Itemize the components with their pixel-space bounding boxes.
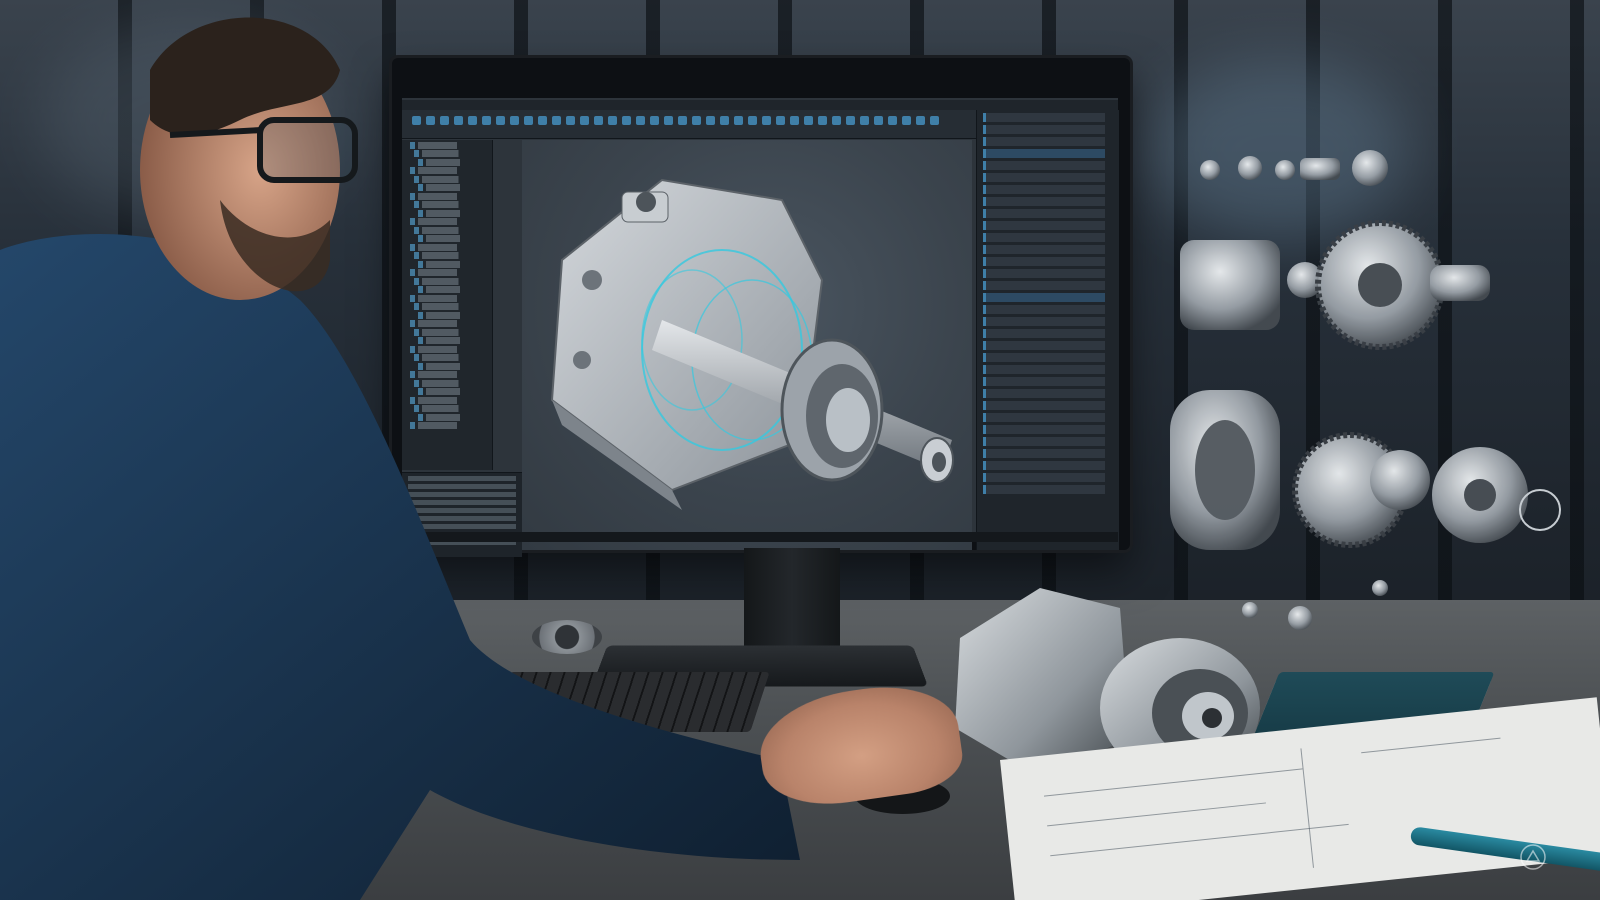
cad-toolbar-icon bbox=[832, 116, 841, 125]
cad-toolbar-icon bbox=[846, 116, 855, 125]
properties-row bbox=[983, 257, 1105, 266]
properties-row bbox=[983, 389, 1105, 398]
properties-row bbox=[983, 461, 1105, 470]
cad-toolbar-icon bbox=[902, 116, 911, 125]
exploded-parts-display bbox=[1170, 150, 1561, 630]
properties-row bbox=[983, 185, 1105, 194]
cad-toolbar-icon bbox=[930, 116, 939, 125]
properties-row bbox=[983, 113, 1105, 122]
properties-row bbox=[983, 473, 1105, 482]
engineer-person bbox=[0, 17, 800, 900]
properties-row bbox=[983, 137, 1105, 146]
properties-row bbox=[983, 377, 1105, 386]
properties-row bbox=[983, 353, 1105, 362]
properties-row bbox=[983, 341, 1105, 350]
properties-row bbox=[983, 209, 1105, 218]
cad-toolbar-icon bbox=[888, 116, 897, 125]
properties-row bbox=[983, 233, 1105, 242]
properties-row bbox=[983, 485, 1105, 494]
properties-row bbox=[983, 437, 1105, 446]
properties-row bbox=[983, 197, 1105, 206]
properties-row bbox=[983, 305, 1105, 314]
properties-row bbox=[983, 173, 1105, 182]
properties-row bbox=[983, 425, 1105, 434]
properties-row bbox=[983, 329, 1105, 338]
properties-row bbox=[983, 281, 1105, 290]
properties-row bbox=[983, 365, 1105, 374]
cad-toolbar-icon bbox=[874, 116, 883, 125]
properties-panel bbox=[976, 110, 1119, 550]
properties-row bbox=[983, 245, 1105, 254]
properties-row bbox=[983, 125, 1105, 134]
properties-row bbox=[983, 401, 1105, 410]
properties-row bbox=[983, 317, 1105, 326]
cad-toolbar-icon bbox=[860, 116, 869, 125]
properties-row bbox=[983, 161, 1105, 170]
photo-scene bbox=[0, 0, 1600, 900]
properties-row bbox=[983, 413, 1105, 422]
properties-row bbox=[983, 149, 1105, 158]
cad-toolbar-icon bbox=[916, 116, 925, 125]
properties-row bbox=[983, 293, 1105, 302]
properties-row bbox=[983, 449, 1105, 458]
properties-row bbox=[983, 221, 1105, 230]
properties-row bbox=[983, 269, 1105, 278]
corner-logo-icon bbox=[1520, 844, 1546, 870]
